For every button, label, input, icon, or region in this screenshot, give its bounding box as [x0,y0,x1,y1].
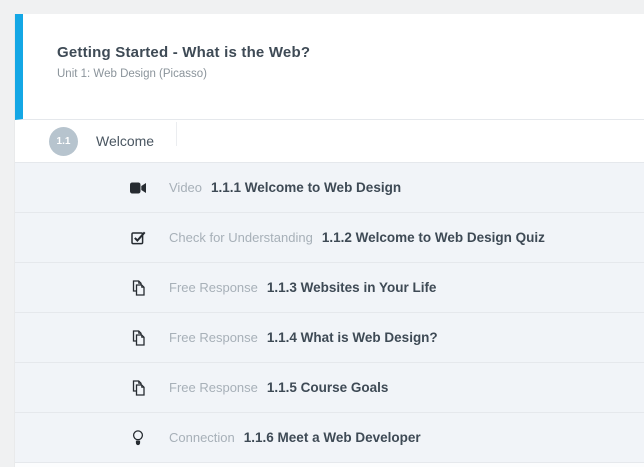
next-section-sliver [15,463,644,467]
lesson-module-panel: Getting Started - What is the Web? Unit … [14,14,644,467]
page-subtitle: Unit 1: Web Design (Picasso) [57,68,634,80]
lesson-row[interactable]: Check for Understanding 1.1.2 Welcome to… [15,213,644,263]
lesson-title[interactable]: 1.1.1 Welcome to Web Design [211,180,401,195]
copy-pages-icon [129,279,147,297]
copy-pages-icon [129,329,147,347]
lesson-row[interactable]: Free Response 1.1.5 Course Goals [15,363,644,413]
lesson-title[interactable]: 1.1.5 Course Goals [267,380,389,395]
lesson-title[interactable]: 1.1.3 Websites in Your Life [267,280,437,295]
lightbulb-icon [129,429,147,447]
lesson-type-label: Free Response [169,380,258,395]
lesson-row[interactable]: Video 1.1.1 Welcome to Web Design [15,163,644,213]
lesson-list: Video 1.1.1 Welcome to Web Design Check … [15,163,644,463]
page-title: Getting Started - What is the Web? [57,44,634,61]
lesson-title[interactable]: 1.1.6 Meet a Web Developer [244,430,421,445]
lesson-type-label: Free Response [169,330,258,345]
lesson-type-label: Free Response [169,280,258,295]
lesson-header-card: Getting Started - What is the Web? Unit … [15,14,644,120]
module-header: 1.1 Welcome [15,120,644,163]
module-number-badge: 1.1 [49,127,78,156]
lesson-title[interactable]: 1.1.2 Welcome to Web Design Quiz [322,230,545,245]
checkbox-icon [129,229,147,247]
lesson-row[interactable]: Free Response 1.1.4 What is Web Design? [15,313,644,363]
copy-pages-icon [129,379,147,397]
lesson-type-label: Connection [169,430,235,445]
module-title: Welcome [96,133,154,149]
module-header-divider [176,122,177,146]
lesson-row[interactable]: Free Response 1.1.3 Websites in Your Lif… [15,263,644,313]
lesson-type-label: Video [169,180,202,195]
lesson-row[interactable]: Connection 1.1.6 Meet a Web Developer [15,413,644,463]
video-camera-icon [129,179,147,197]
lesson-title[interactable]: 1.1.4 What is Web Design? [267,330,438,345]
lesson-type-label: Check for Understanding [169,230,313,245]
